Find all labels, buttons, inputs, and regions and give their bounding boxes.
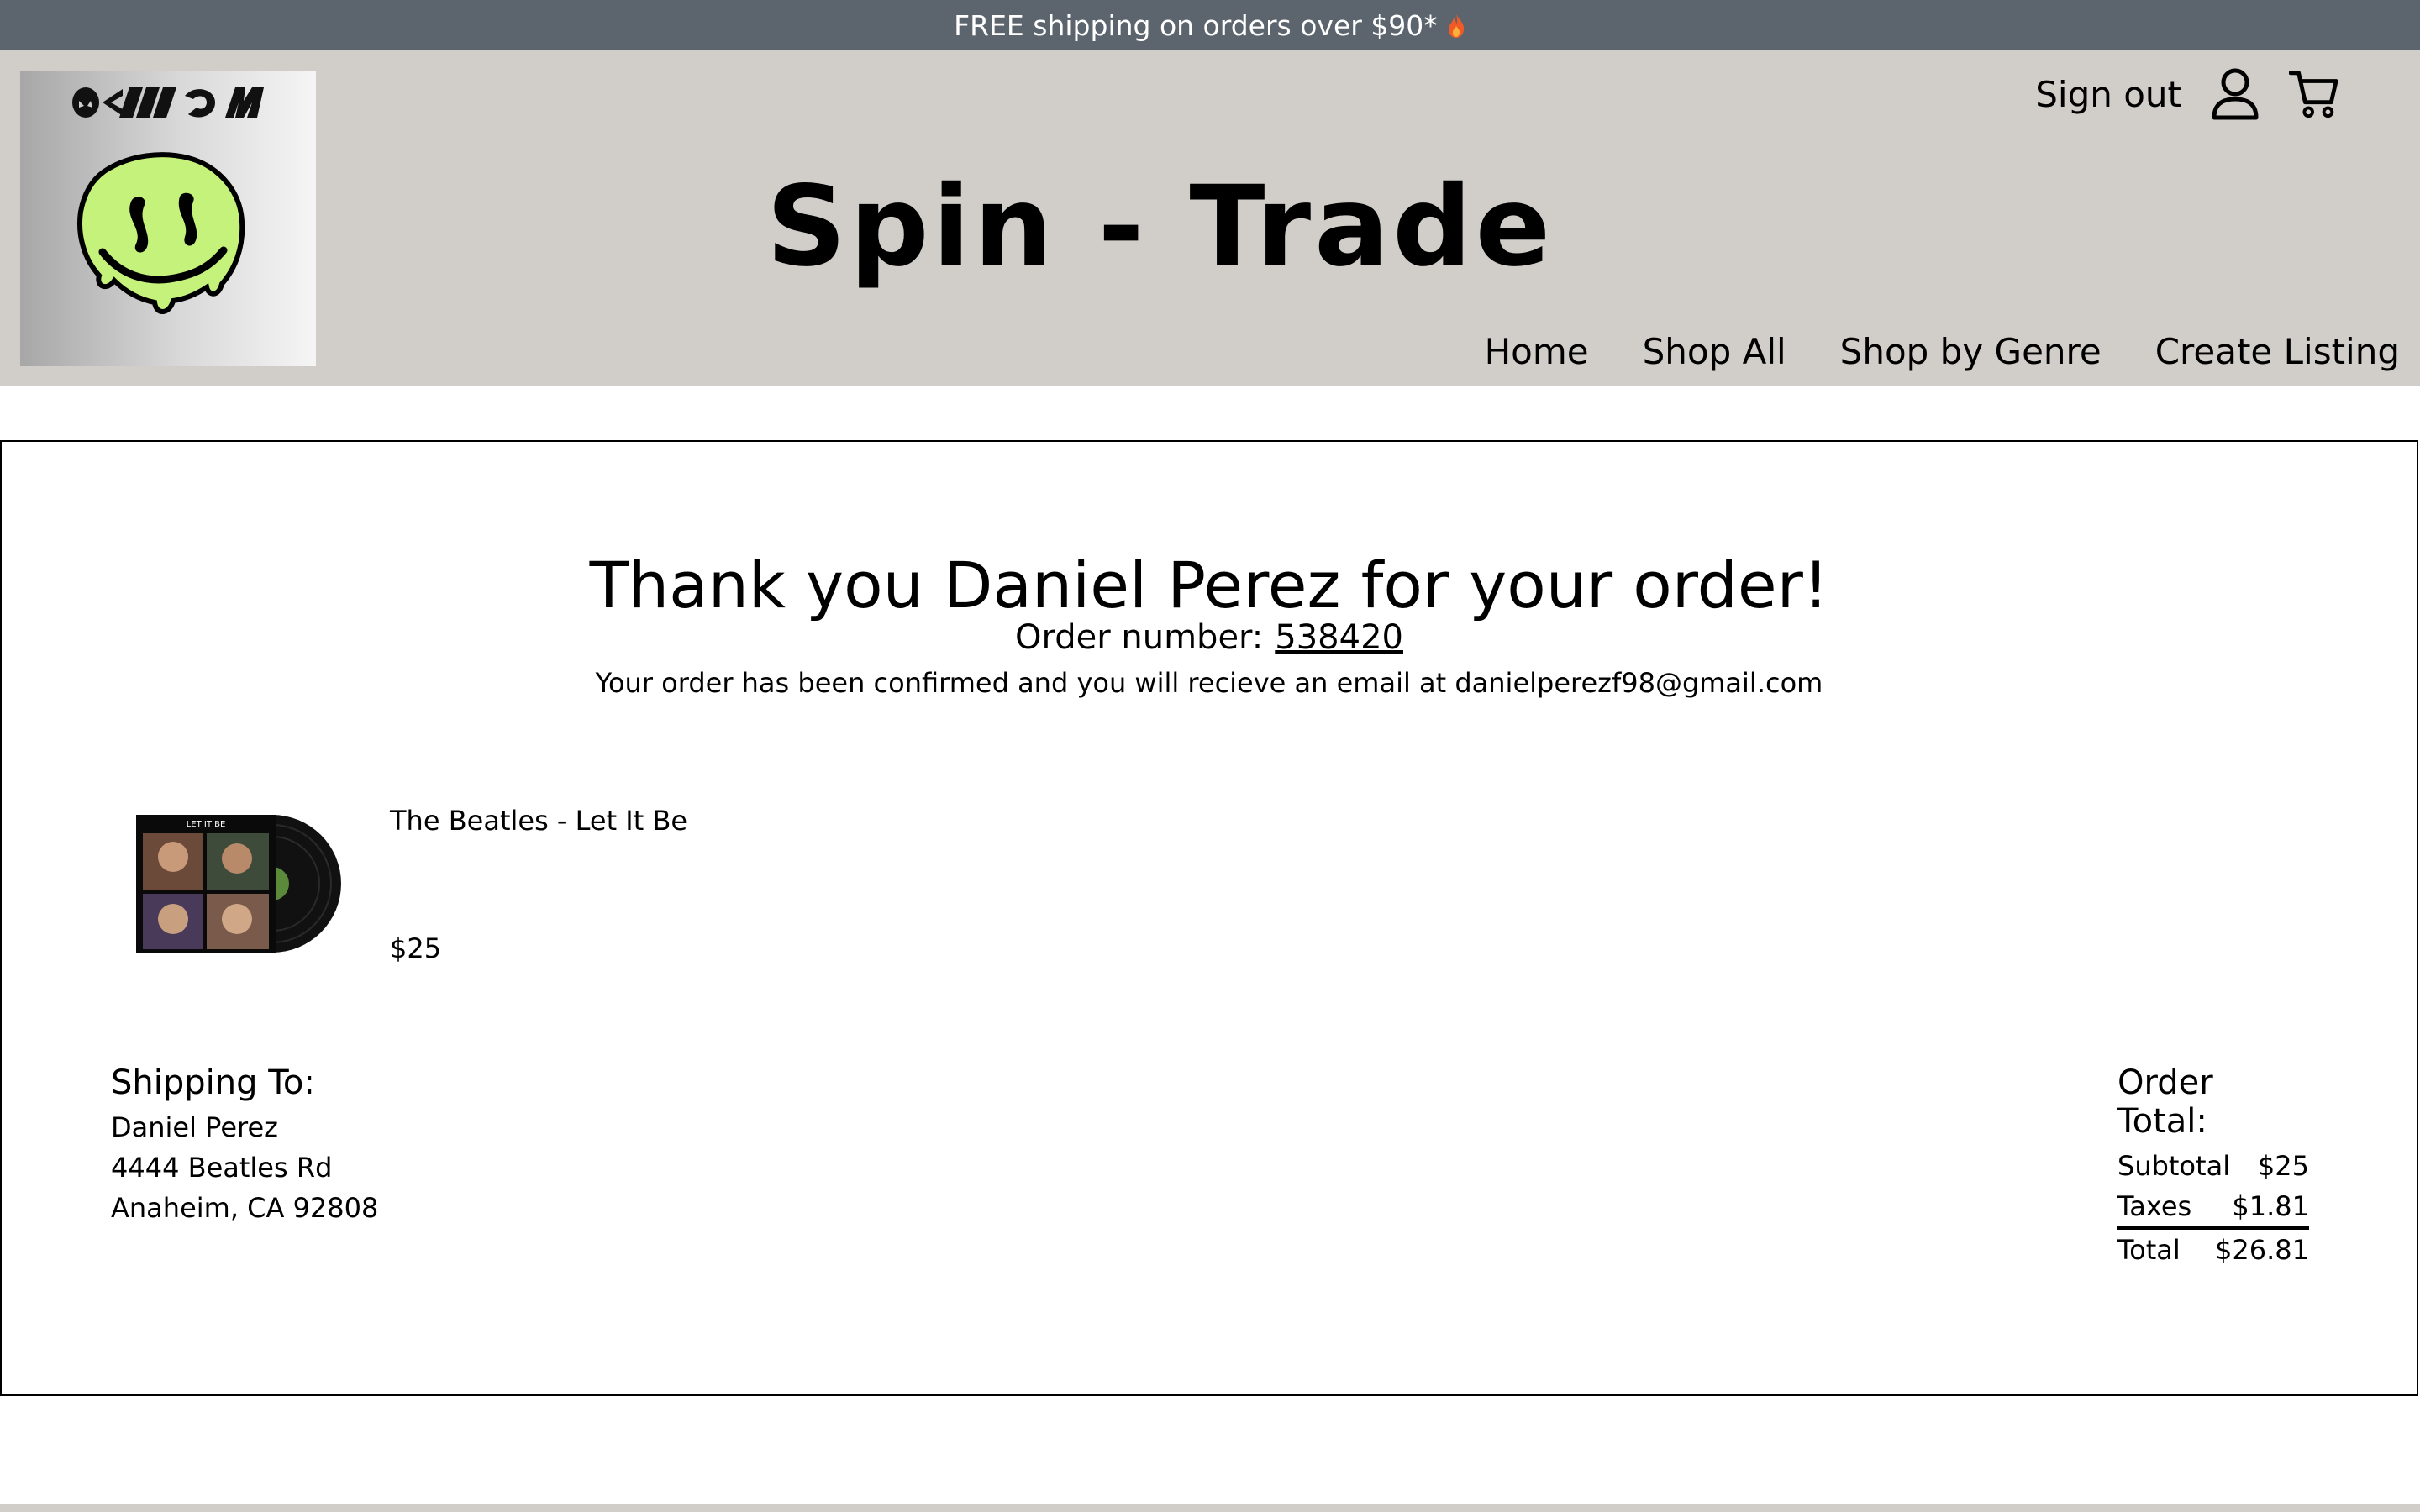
promo-text: FREE shipping on orders over $90* — [954, 8, 1438, 42]
shipping-street: 4444 Beatles Rd — [111, 1152, 333, 1184]
thank-you-heading: Thank you Daniel Perez for your order! — [589, 548, 1829, 622]
item-price: $25 — [390, 932, 442, 964]
subtotal-value: $25 — [2257, 1150, 2309, 1182]
melting-smiley-logo — [72, 87, 264, 314]
taxes-label: Taxes — [2118, 1190, 2192, 1222]
shipping-heading: Shipping To: — [111, 1063, 315, 1102]
taxes-value: $1.81 — [2232, 1190, 2309, 1222]
order-total-heading: Order Total: — [2118, 1063, 2213, 1141]
account-actions: Sign out — [2035, 60, 2339, 128]
footer-edge — [0, 1504, 2420, 1512]
shipping-name: Daniel Perez — [111, 1111, 278, 1143]
subtotal-label: Subtotal — [2118, 1150, 2231, 1182]
shipping-address: Shipping To: Daniel Perez 4444 Beatles R… — [111, 1063, 378, 1228]
cover-text: LET IT BE — [187, 820, 226, 829]
order-total: Order Total: Subtotal $25 Taxes $1.81 To… — [2118, 1063, 2309, 1270]
user-icon[interactable] — [2210, 66, 2260, 122]
total-value: $26.81 — [2215, 1234, 2309, 1266]
order-confirmation-card: Thank you Daniel Perez for your order! O… — [0, 440, 2418, 1396]
nav-create-listing[interactable]: Create Listing — [2155, 331, 2400, 372]
nav-shop-by-genre[interactable]: Shop by Genre — [1840, 331, 2102, 372]
sign-out-link[interactable]: Sign out — [2035, 74, 2181, 115]
total-row: Total $26.81 — [2118, 1230, 2309, 1270]
main-nav: Home Shop All Shop by Genre Create Listi… — [1485, 318, 2400, 385]
vinyl-record-image: LET IT BE — [136, 813, 343, 954]
flame-icon — [1446, 13, 1466, 38]
cart-icon[interactable] — [2289, 66, 2339, 122]
subtotal-row: Subtotal $25 — [2118, 1146, 2309, 1186]
confirmation-message: Your order has been confirmed and you wi… — [595, 667, 1823, 699]
order-number-line: Order number: 538420 — [2, 618, 2417, 657]
total-label: Total — [2118, 1234, 2181, 1266]
nav-shop-all[interactable]: Shop All — [1643, 331, 1786, 372]
brand-title[interactable]: Spin - Trade — [766, 160, 1554, 294]
site-header: Spin - Trade Sign out Home Shop All Shop… — [0, 50, 2420, 386]
order-number-link[interactable]: 538420 — [1275, 618, 1403, 657]
order-number-label: Order number: — [1015, 618, 1264, 657]
shipping-city: Anaheim, CA 92808 — [111, 1192, 379, 1224]
logo[interactable] — [20, 71, 316, 366]
promo-banner: FREE shipping on orders over $90* — [0, 0, 2420, 50]
taxes-row: Taxes $1.81 — [2118, 1186, 2309, 1230]
nav-home[interactable]: Home — [1485, 331, 1589, 372]
item-title[interactable]: The Beatles - Let It Be — [390, 805, 687, 837]
